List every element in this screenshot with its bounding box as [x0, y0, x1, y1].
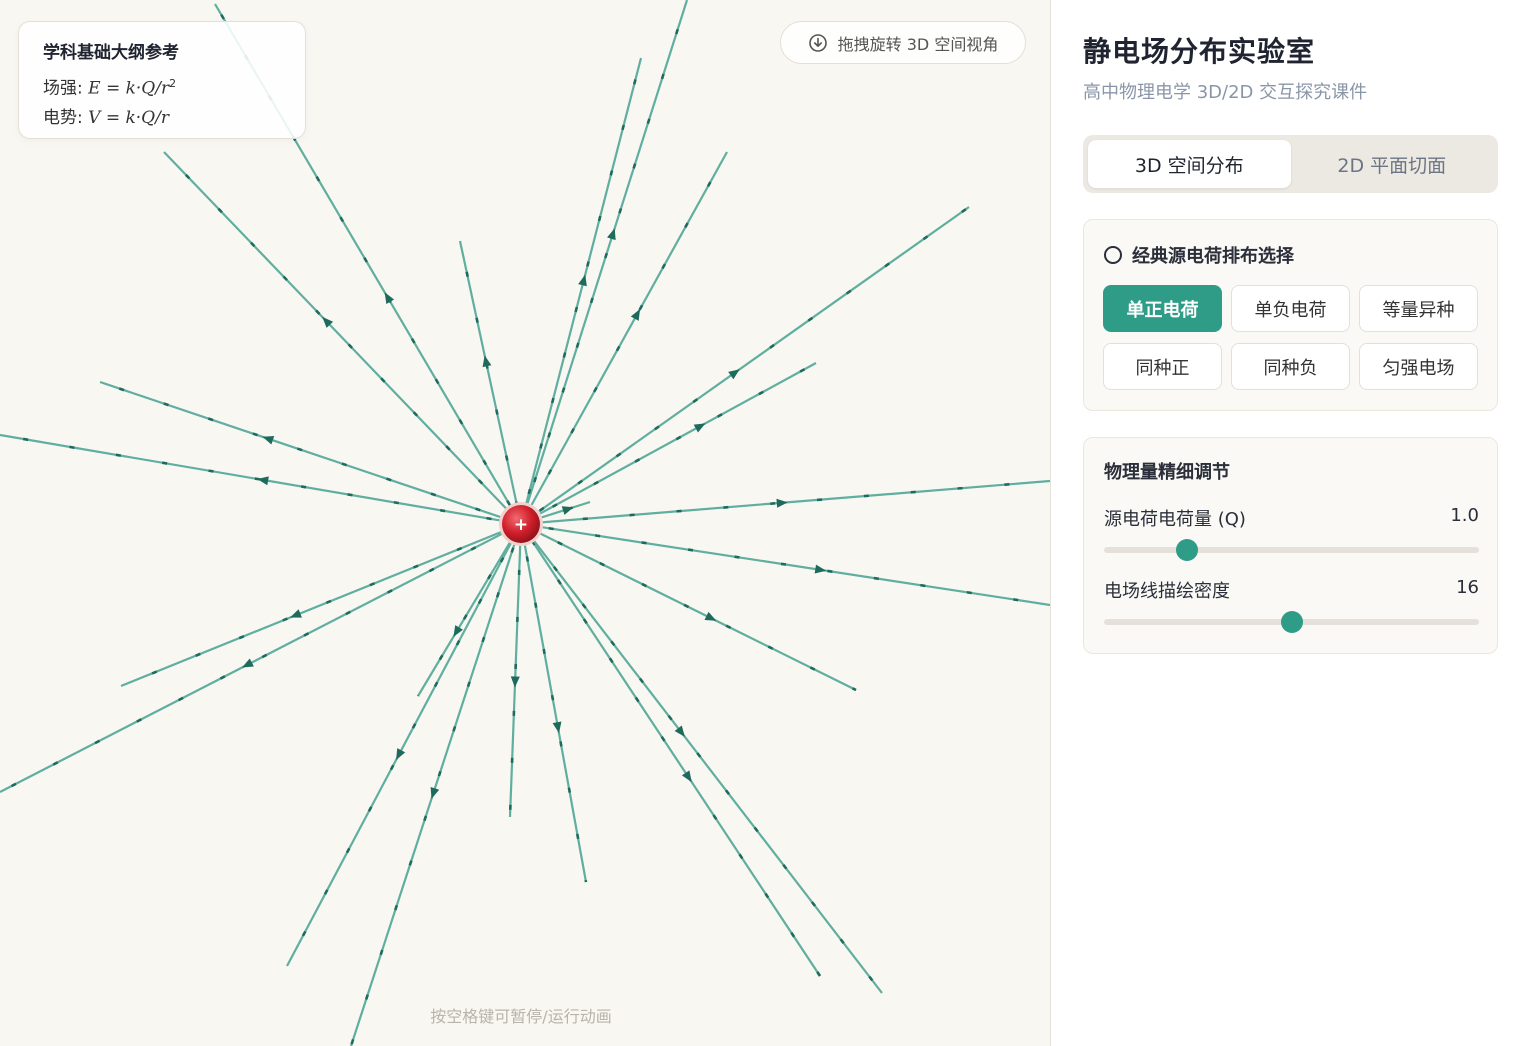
charge-slider-label: 源电荷电荷量 (Q) [1104, 509, 1246, 530]
field-line [0, 433, 500, 522]
preset-card: 经典源电荷排布选择 单正电荷 单负电荷 等量异种 同种正 同种负 匀强电场 [1083, 219, 1498, 411]
physics-card: 物理量精细调节 源电荷电荷量 (Q) 1.0 电场线描绘密度 16 [1083, 437, 1498, 654]
field-line [538, 206, 970, 513]
preset-grid: 单正电荷 单负电荷 等量异种 同种正 同种负 匀强电场 [1103, 285, 1478, 390]
preset-single-negative-button[interactable]: 单负电荷 [1231, 285, 1350, 332]
density-slider-row: 电场线描绘密度 16 [1104, 577, 1479, 603]
field-direction-arrow [607, 228, 616, 241]
density-slider-thumb[interactable] [1280, 611, 1303, 633]
field-direction-arrow [578, 274, 587, 287]
density-slider-value: 16 [1456, 577, 1479, 598]
field-direction-arrow [396, 748, 406, 760]
field-strength-formula: 场强: E = k·Q/r2 [43, 77, 177, 99]
preset-dipole-button[interactable]: 等量异种 [1359, 285, 1478, 332]
field-direction-arrow [510, 676, 520, 688]
reference-title: 学科基础大纲参考 [43, 43, 179, 63]
tab-3d-distribution[interactable]: 3D 空间分布 [1088, 140, 1291, 188]
preset-like-negative-button[interactable]: 同种负 [1231, 343, 1350, 390]
preset-like-positive-button[interactable]: 同种正 [1103, 343, 1222, 390]
preset-single-positive-button[interactable]: 单正电荷 [1103, 285, 1222, 332]
field-direction-arrow [776, 498, 788, 508]
charge-slider[interactable] [1104, 539, 1479, 561]
charge-slider-row: 源电荷电荷量 (Q) 1.0 [1104, 505, 1479, 531]
field-line [532, 541, 821, 977]
field-direction-arrow [681, 770, 692, 783]
field-line [120, 531, 502, 688]
preset-uniform-field-button[interactable]: 匀强电场 [1359, 343, 1478, 390]
tab-2d-slice[interactable]: 2D 平面切面 [1291, 140, 1494, 188]
circle-icon [1104, 246, 1122, 264]
preset-heading: 经典源电荷排布选择 [1104, 242, 1294, 268]
field-line [542, 526, 1050, 607]
field-line [417, 542, 511, 697]
field-line [458, 240, 518, 503]
potential-formula: 电势: V = k·Q/r [43, 107, 169, 128]
mode-switch: 3D 空间分布 2D 平面切面 [1083, 135, 1498, 193]
rotate-hint-text: 拖拽旋转 3D 空间视角 [837, 34, 999, 54]
field-direction-arrow [704, 611, 717, 621]
field-direction-arrow [290, 609, 302, 618]
physics-heading: 物理量精细调节 [1104, 462, 1230, 483]
field-viewport[interactable]: + 学科基础大纲参考 场强: E = k·Q/r2 电势: V = k·Q/r … [0, 0, 1050, 1046]
panel-subtitle: 高中物理电学 3D/2D 交互探究课件 [1083, 82, 1368, 103]
field-lines-canvas[interactable]: + [0, 0, 1050, 1046]
field-direction-arrow [561, 506, 574, 515]
density-slider-label: 电场线描绘密度 [1104, 581, 1230, 602]
download-circle-icon [808, 33, 827, 52]
field-line [542, 479, 1050, 524]
control-panel: 静电场分布实验室 高中物理电学 3D/2D 交互探究课件 3D 空间分布 2D … [1051, 0, 1514, 1046]
charge-sign: + [514, 515, 528, 535]
app-root: + 学科基础大纲参考 场强: E = k·Q/r2 电势: V = k·Q/r … [0, 0, 1514, 1046]
field-direction-arrow [384, 292, 395, 305]
charge-slider-thumb[interactable] [1175, 539, 1198, 561]
density-slider[interactable] [1104, 611, 1479, 633]
field-direction-arrow [242, 658, 254, 668]
field-direction-arrow [693, 423, 706, 433]
field-direction-arrow [630, 309, 641, 321]
reference-card: 学科基础大纲参考 场强: E = k·Q/r2 电势: V = k·Q/r [18, 21, 306, 139]
panel-title: 静电场分布实验室 [1083, 35, 1316, 68]
field-direction-arrow [430, 786, 440, 799]
field-line [533, 540, 883, 994]
charge-slider-value: 1.0 [1450, 505, 1479, 526]
pause-hint: 按空格键可暂停/运行动画 [430, 1007, 612, 1026]
rotate-view-hint: 拖拽旋转 3D 空间视角 [780, 21, 1026, 64]
field-direction-arrow [262, 436, 275, 445]
